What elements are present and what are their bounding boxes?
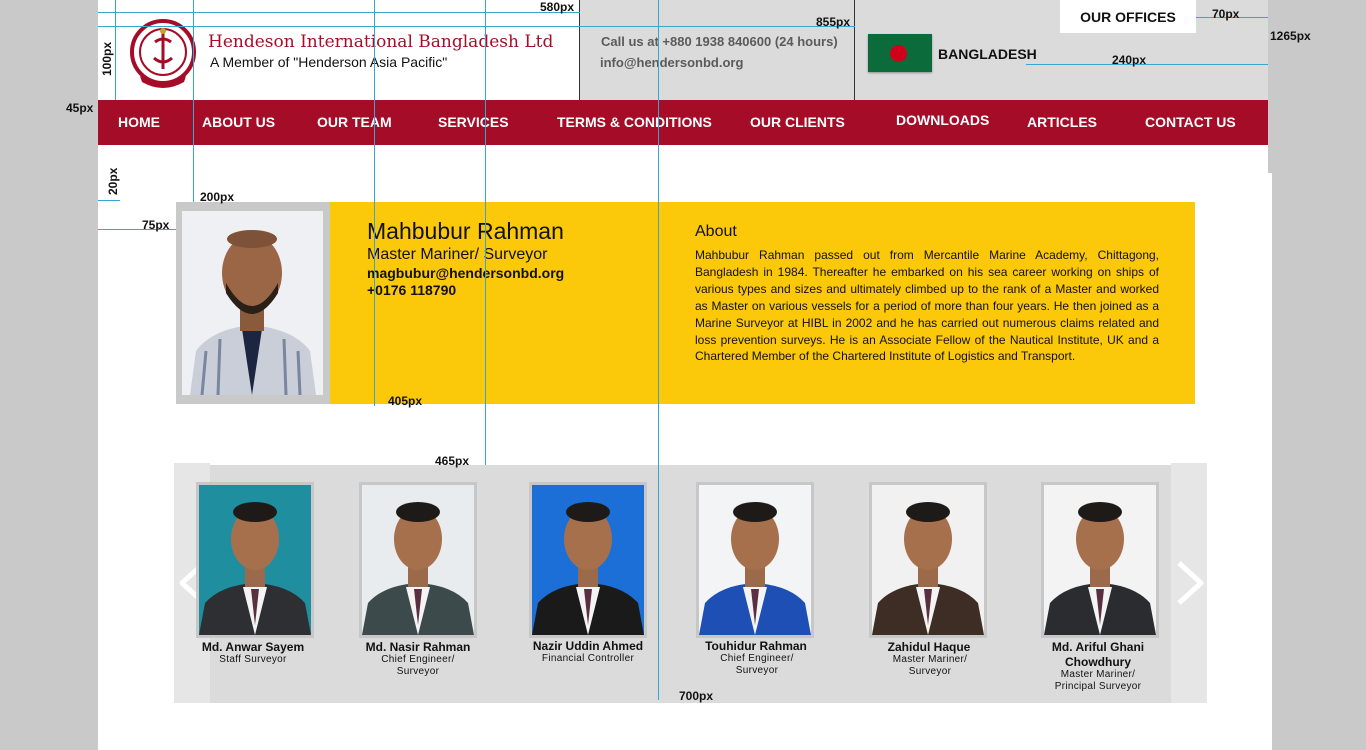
guide-line [115,0,116,100]
about-text: Mahbubur Rahman passed out from Mercanti… [695,248,1159,364]
team-member-name[interactable]: Md. Ariful Ghani Chowdhury [1038,640,1158,670]
dimension-label: 75px [142,218,170,232]
guide-line [193,0,194,202]
chevron-right-icon [1177,561,1204,605]
team-member-name[interactable]: Touhidur Rahman [671,639,841,654]
guide-line [98,12,580,13]
team-member-name[interactable]: Zahidul Haque [844,640,1014,655]
nav-services[interactable]: SERVICES [438,100,509,145]
nav-articles[interactable]: ARTICLES [1027,100,1097,145]
header-divider [854,0,855,100]
guide-line [658,0,659,700]
guide-line [1026,64,1268,65]
team-member-role: Chief Engineer/ Surveyor [381,654,455,677]
team-member-name[interactable]: Md. Anwar Sayem [168,640,338,655]
team-member-name[interactable]: Md. Nasir Rahman [333,640,503,655]
dimension-label: 45px [66,101,94,115]
profile-phone: +0176 118790 [367,282,457,298]
country-label[interactable]: BANGLADESH [938,46,1037,62]
dimension-label: 700px [679,689,714,703]
team-member-role: Staff Surveyor [219,654,287,665]
page-edge [1268,0,1272,173]
our-offices-button[interactable]: OUR OFFICES [1060,0,1196,33]
dimension-label: 240px [1112,53,1147,67]
team-member-role: Master Mariner/ Surveyor [892,654,968,677]
guide-line [98,26,855,27]
guide-line [374,0,375,406]
carousel-next-button[interactable] [1171,463,1207,703]
company-tagline: A Member of "Henderson Asia Pacific" [210,54,448,70]
dimension-label: 100px [100,41,114,76]
team-member-photo[interactable] [359,482,477,638]
guide-line [98,200,120,201]
header-divider [579,0,580,100]
profile-email[interactable]: magbubur@hendersonbd.org [367,265,564,281]
profile-name: Mahbubur Rahman [367,218,564,244]
team-member-role: Chief Engineer/ Surveyor [720,653,794,676]
dimension-label: 465px [435,454,470,468]
nav-our-team[interactable]: OUR TEAM [317,100,392,145]
dimension-label: 20px [106,167,120,195]
dimension-label: 405px [388,394,423,408]
guide-line [485,0,486,465]
dimension-label: 855px [816,15,851,29]
nav-contact-us[interactable]: CONTACT US [1145,100,1236,145]
contact-email[interactable]: info@hendersonbd.org [600,55,743,70]
team-member-name[interactable]: Nazir Uddin Ahmed [503,639,673,654]
nav-home[interactable]: HOME [118,100,160,145]
call-info: Call us at +880 1938 840600 (24 hours) [601,34,838,49]
bangladesh-flag-icon[interactable] [868,34,932,72]
company-name[interactable]: Hendeson International Bangladesh Ltd [208,32,553,52]
team-member-photo[interactable] [529,482,647,638]
main-nav: HOME ABOUT US OUR TEAM SERVICES TERMS & … [98,100,1268,145]
nav-terms-conditions[interactable]: TERMS & CONDITIONS [557,100,712,145]
team-member-photo[interactable] [1041,482,1159,638]
dimension-label: 200px [200,190,235,204]
team-member-photo[interactable] [869,482,987,638]
dimension-label: 70px [1212,7,1240,21]
dimension-label: 580px [540,0,575,14]
team-member-role: Master Mariner/ Principal Surveyor [1054,669,1142,692]
team-member-photo[interactable] [696,482,814,638]
about-heading: About [695,223,737,240]
profile-photo [182,211,323,395]
nav-about-us[interactable]: ABOUT US [202,100,275,145]
dimension-label: 1265px [1270,29,1311,43]
nav-our-clients[interactable]: OUR CLIENTS [750,100,845,145]
profile-role: Master Mariner/ Surveyor [367,246,548,263]
team-member-photo[interactable] [196,482,314,638]
team-member-role: Financial Controller [541,653,635,664]
nav-downloads[interactable]: DOWNLOADS [896,98,989,143]
